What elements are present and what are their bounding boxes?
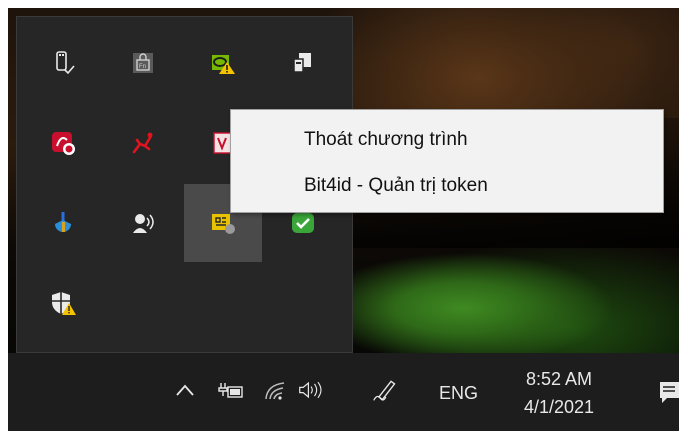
- screen-frame: Fn Thoát chương trình Bit4id - Quản trị …: [8, 8, 679, 431]
- tray-icon-red-runner[interactable]: [104, 104, 182, 182]
- defender-warning-icon: [52, 292, 76, 315]
- usb-drive-icon: [56, 51, 75, 75]
- tray-icon-device-sync[interactable]: [264, 24, 342, 102]
- pen-workspace-icon: [373, 380, 396, 401]
- clock-time: 8:52 AM: [525, 369, 593, 389]
- tray-icon-usb[interactable]: [24, 24, 102, 102]
- clock[interactable]: 8:52 AM 4/1/2021: [513, 365, 605, 421]
- bit4id-token-icon: [212, 214, 235, 234]
- speaker-person-icon: [133, 214, 154, 233]
- wifi-icon: [265, 382, 285, 400]
- volume-button[interactable]: [298, 375, 324, 405]
- pen-workspace-button[interactable]: [372, 375, 398, 405]
- green-check-shield-icon: [292, 213, 314, 233]
- tray-icon-defender[interactable]: [24, 264, 102, 342]
- fn-lock-icon: Fn: [133, 53, 153, 73]
- menu-item-bit4id-token-manager[interactable]: Bit4id - Quản trị token: [231, 168, 663, 204]
- show-hidden-icons-button[interactable]: [172, 375, 198, 405]
- tray-icon-blue-drop[interactable]: [24, 184, 102, 262]
- clock-date: 4/1/2021: [523, 397, 595, 417]
- tray-icon-red-app[interactable]: [24, 104, 102, 182]
- red-app-icon: [52, 132, 75, 155]
- tray-icon-speaker-person[interactable]: [104, 184, 182, 262]
- device-sync-icon: [293, 53, 311, 73]
- wifi-button[interactable]: [262, 375, 288, 405]
- taskbar: ENG 8:52 AM 4/1/2021: [8, 353, 679, 431]
- blue-drop-icon: [55, 212, 71, 232]
- battery-power-icon: [218, 383, 243, 398]
- nvidia-warning-icon: [212, 55, 235, 74]
- menu-item-exit-program[interactable]: Thoát chương trình: [231, 122, 663, 158]
- tray-context-menu: Thoát chương trình Bit4id - Quản trị tok…: [230, 109, 664, 213]
- action-center-button[interactable]: [658, 378, 679, 406]
- input-language-indicator[interactable]: ENG: [439, 383, 478, 404]
- tray-icon-fn-lock[interactable]: Fn: [104, 24, 182, 102]
- red-runner-icon: [132, 132, 153, 154]
- tray-icon-nvidia[interactable]: [184, 24, 262, 102]
- action-center-icon: [660, 382, 679, 403]
- battery-button[interactable]: [218, 375, 244, 405]
- chevron-up-icon: [176, 384, 194, 396]
- volume-icon: [299, 381, 322, 399]
- svg-text:Fn: Fn: [139, 64, 146, 70]
